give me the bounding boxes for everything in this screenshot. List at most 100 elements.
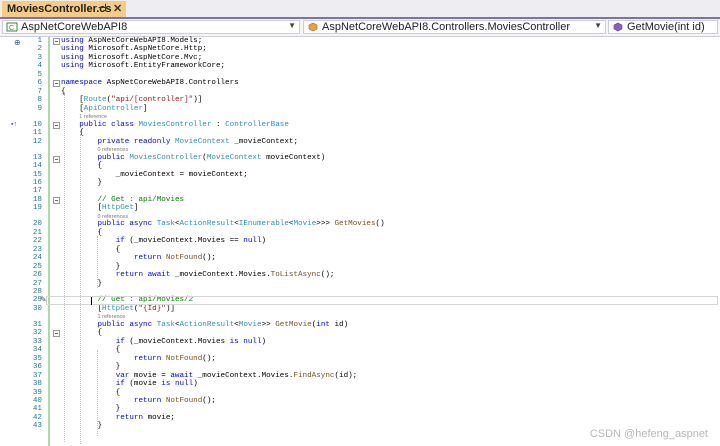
project-dropdown[interactable]: C AspNetCoreWebAPI8 ▼ [2,20,300,34]
code-editor[interactable]: 1 using AspNetCoreWebAPI8.Models; 2 using M… [0,37,720,446]
code-line[interactable]: 15 _movieContext = movieContext; [0,171,720,180]
code-text[interactable]: _movieContext = movieContext; [61,171,248,180]
code-line[interactable]: 12 private readonly MovieContext _movieC… [0,138,720,147]
tab-movies-controller[interactable]: MoviesController.cs ⊣ ✕ [2,1,126,17]
code-text[interactable]: { [61,329,102,338]
code-text[interactable]: if (_movieContext.Movies == null) [61,237,266,246]
fold-toggle-class[interactable] [53,122,60,129]
svg-text:C: C [9,25,14,32]
code-text[interactable]: var movie = await _movieContext.Movies.F… [61,372,358,381]
line-number: 26 [32,271,42,280]
code-line[interactable]: 39 { [0,389,720,398]
code-line[interactable]: 6 namespace AspNetCoreWebAPI8.Controllers [0,79,720,88]
code-text[interactable]: [HttpGet("{Id}")] [61,305,175,314]
code-text[interactable]: using Microsoft.AspNetCore.Http; [61,45,207,54]
fold-toggle-getmovie[interactable] [53,330,60,337]
code-line[interactable]: 36 } [0,363,720,372]
code-line[interactable]: 41 } [0,405,720,414]
code-line[interactable]: 33 if (_movieContext.Movies is null) [0,338,720,347]
code-text[interactable]: using Microsoft.EntityFrameworkCore; [61,62,225,71]
code-line[interactable]: 35 return NotFound(); [0,355,720,364]
code-text[interactable]: { [61,162,102,171]
code-text[interactable]: [Route("api/[controller]")] [61,96,202,105]
code-line[interactable]: 40 return NotFound(); [0,397,720,406]
code-text[interactable]: [ApiController] [61,105,147,114]
code-line[interactable]: 18 // Get : api/Movies [0,196,720,205]
code-line[interactable]: 26 return await _movieContext.Movies.ToL… [0,271,720,280]
code-text[interactable]: } [61,263,121,272]
code-line[interactable]: 27 } [0,280,720,289]
code-line[interactable]: 34 { [0,346,720,355]
code-line[interactable]: 42 return movie; [0,414,720,423]
code-text[interactable]: using Microsoft.AspNetCore.Mvc; [61,54,202,63]
code-text[interactable]: public class MoviesController : Controll… [61,121,289,130]
pin-icon[interactable]: ⊣ [98,3,107,14]
code-line[interactable]: 3 using Microsoft.AspNetCore.Mvc; [0,54,720,63]
code-text[interactable]: { [61,389,121,398]
code-text[interactable]: { [61,346,121,355]
code-text[interactable]: return NotFound(); [61,254,216,263]
member-dropdown[interactable]: GetMovie(int id) [608,20,718,34]
code-text[interactable]: public MoviesController(MovieContext mov… [61,154,325,163]
code-line[interactable]: 4 using Microsoft.EntityFrameworkCore; [0,62,720,71]
code-text[interactable]: [HttpGet] [61,204,138,213]
code-line[interactable]: 10 public class MoviesController : Contr… [0,121,720,130]
code-line[interactable]: 23 { [0,246,720,255]
code-text[interactable]: } [61,422,102,431]
code-line[interactable]: 7{ [0,88,720,97]
code-line[interactable]: 17 [0,187,720,196]
quick-actions-icon[interactable]: ⊕ [14,38,21,47]
code-line[interactable]: 2 using Microsoft.AspNetCore.Http; [0,45,720,54]
code-line[interactable]: 16 } [0,179,720,188]
code-text[interactable]: } [61,179,102,188]
code-text[interactable]: } [61,280,102,289]
code-text[interactable]: if (movie is null) [61,380,198,389]
code-line[interactable]: 38 if (movie is null) [0,380,720,389]
code-line[interactable]: 37 var movie = await _movieContext.Movie… [0,372,720,381]
code-text[interactable]: private readonly MovieContext _movieCont… [61,138,298,147]
code-text[interactable]: { [61,229,102,238]
code-line[interactable]: 30 [HttpGet("{Id}")] [0,305,720,314]
code-text[interactable]: return NotFound(); [61,397,216,406]
code-line[interactable]: 14 { [0,162,720,171]
code-line[interactable]: 32 { [0,329,720,338]
line-number: 5 [37,70,42,79]
code-text[interactable]: return movie; [61,414,175,423]
code-text[interactable]: namespace AspNetCoreWebAPI8.Controllers [61,79,239,88]
code-text[interactable]: } [61,363,121,372]
code-text[interactable]: return NotFound(); [61,355,216,364]
line-number: 16 [32,178,42,187]
code-line[interactable]: 1 using AspNetCoreWebAPI8.Models; [0,37,720,46]
member-name: GetMovie(int id) [627,21,705,33]
fold-toggle-namespace[interactable] [53,80,60,87]
code-line[interactable]: 20 public async Task<ActionResult<IEnume… [0,220,720,229]
line-number: 6 [37,79,42,88]
code-line[interactable]: 31 public async Task<ActionResult<Movie>… [0,321,720,330]
line-number: 8 [37,96,42,105]
code-text[interactable]: if (_movieContext.Movies is null) [61,338,266,347]
code-line[interactable]: 21 { [0,229,720,238]
fold-toggle-getmovies[interactable] [53,197,60,204]
code-line[interactable]: 13 public MoviesController(MovieContext … [0,154,720,163]
pencil-icon[interactable]: ✎ [40,295,47,304]
fold-toggle-usings[interactable] [53,38,60,45]
code-line[interactable]: 8 [Route("api/[controller]")] [0,96,720,105]
line-number: 30 [32,304,42,313]
fold-toggle-constructor[interactable] [53,156,60,163]
code-text[interactable]: } [61,405,121,414]
code-line[interactable]: 9 [ApiController] [0,105,720,114]
code-line[interactable]: 22 if (_movieContext.Movies == null) [0,237,720,246]
code-line[interactable]: 24 return NotFound(); [0,254,720,263]
close-icon[interactable]: ✕ [113,2,122,15]
code-text[interactable]: return await _movieContext.Movies.ToList… [61,271,335,280]
code-text[interactable]: using AspNetCoreWebAPI8.Models; [61,37,202,46]
class-dropdown[interactable]: AspNetCoreWebAPI8.Controllers.MoviesCont… [303,20,606,34]
code-line[interactable]: 25 } [0,263,720,272]
code-line[interactable]: 19 [HttpGet] [0,204,720,213]
code-text[interactable]: public async Task<ActionResult<Movie>> G… [61,321,348,330]
code-text[interactable]: { [61,246,121,255]
code-line[interactable]: 11 { [0,129,720,138]
code-text[interactable]: public async Task<ActionResult<IEnumerab… [61,220,384,229]
code-line[interactable]: 5 [0,71,720,80]
implementation-marker-icon[interactable]: ▪↑ [11,121,17,128]
